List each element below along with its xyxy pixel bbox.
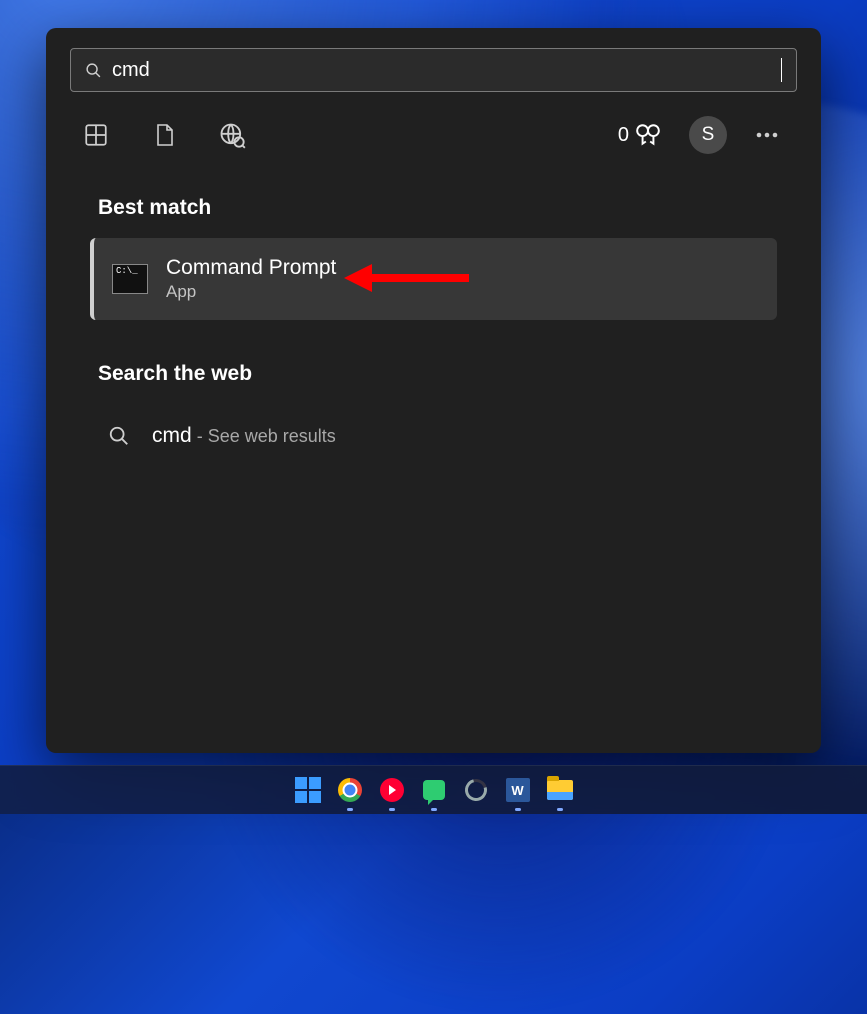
web-result-tail: See web results — [208, 426, 336, 446]
start-search-panel: 0 S Best match C:\_ Command Prompt App S… — [46, 28, 821, 753]
search-filter-row: 0 S — [70, 116, 797, 154]
documents-filter-icon[interactable] — [150, 121, 178, 149]
rewards-button[interactable]: 0 — [618, 122, 661, 148]
web-result-separator: - — [192, 426, 208, 446]
taskbar-file-explorer[interactable] — [546, 776, 574, 804]
result-kind: App — [166, 282, 336, 302]
best-match-result[interactable]: C:\_ Command Prompt App — [90, 238, 777, 320]
annotation-arrow — [344, 260, 474, 296]
taskbar-word[interactable]: W — [504, 776, 532, 804]
start-button[interactable] — [294, 776, 322, 804]
search-box[interactable] — [70, 48, 797, 92]
more-options-button[interactable] — [749, 120, 785, 150]
text-cursor — [781, 58, 782, 82]
windows-logo-icon — [295, 777, 321, 803]
taskbar-loading-app[interactable] — [462, 776, 490, 804]
search-icon — [108, 425, 130, 447]
command-prompt-app-icon: C:\_ — [112, 264, 148, 294]
taskbar-chat[interactable] — [420, 776, 448, 804]
spinner-icon — [460, 775, 490, 805]
chrome-icon — [338, 778, 362, 802]
search-icon — [85, 62, 102, 79]
avatar-letter: S — [702, 124, 715, 146]
more-icon — [755, 131, 779, 139]
word-icon: W — [506, 778, 530, 802]
result-name: Command Prompt — [166, 256, 336, 280]
user-avatar[interactable]: S — [689, 116, 727, 154]
chat-icon — [423, 780, 445, 800]
web-filter-icon[interactable] — [218, 121, 246, 149]
rewards-count: 0 — [618, 124, 629, 147]
file-explorer-icon — [547, 780, 573, 800]
rewards-medal-icon — [635, 122, 661, 148]
best-match-heading: Best match — [98, 196, 797, 220]
apps-filter-icon[interactable] — [82, 121, 110, 149]
search-web-heading: Search the web — [98, 362, 797, 386]
web-search-result[interactable]: cmd - See web results — [104, 414, 797, 458]
web-result-term: cmd — [152, 424, 192, 447]
taskbar: W — [0, 765, 867, 814]
search-input[interactable] — [102, 59, 783, 82]
taskbar-youtube-music[interactable] — [378, 776, 406, 804]
taskbar-chrome[interactable] — [336, 776, 364, 804]
youtube-music-icon — [380, 778, 404, 802]
